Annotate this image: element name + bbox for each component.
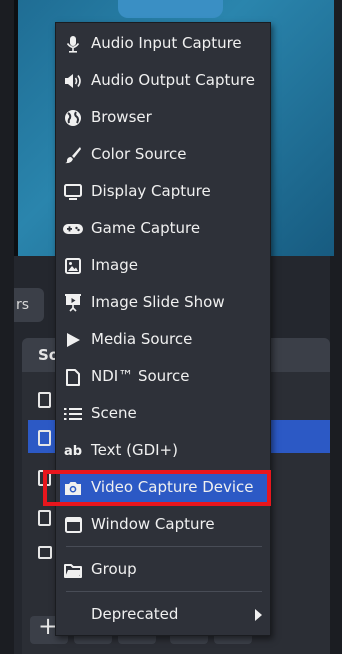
menu-item-label: Color Source bbox=[91, 145, 187, 163]
menu-item-image-slide-show[interactable]: Image Slide Show bbox=[56, 285, 272, 320]
menu-item-label: Browser bbox=[91, 108, 152, 126]
text-ab-icon: ab bbox=[63, 443, 83, 459]
menu-item-color-source[interactable]: Color Source bbox=[56, 137, 272, 172]
monitor-icon bbox=[63, 183, 83, 201]
source-row-document-icon bbox=[38, 430, 51, 446]
folder-icon bbox=[63, 561, 83, 579]
menu-item-game-capture[interactable]: Game Capture bbox=[56, 211, 272, 246]
image-icon bbox=[63, 257, 83, 275]
menu-item-media-source[interactable]: Media Source bbox=[56, 322, 272, 357]
menu-item-label: NDI™ Source bbox=[91, 367, 190, 385]
menu-item-label: Audio Output Capture bbox=[91, 71, 255, 89]
menu-item-text-gdi[interactable]: ab Text (GDI+) bbox=[56, 433, 272, 468]
menu-item-ndi-source[interactable]: NDI™ Source bbox=[56, 359, 272, 394]
paintbrush-icon bbox=[63, 146, 83, 164]
menu-item-group[interactable]: Group bbox=[56, 552, 272, 587]
source-row-document-icon bbox=[38, 392, 51, 408]
gamepad-icon bbox=[63, 220, 83, 238]
source-row-document-icon bbox=[38, 510, 51, 526]
microphone-icon bbox=[63, 35, 83, 53]
menu-item-label: Game Capture bbox=[91, 219, 201, 237]
menu-item-label: Deprecated bbox=[91, 605, 179, 623]
menu-item-label: Image Slide Show bbox=[91, 293, 225, 311]
menu-item-label: Media Source bbox=[91, 330, 193, 348]
globe-icon bbox=[63, 109, 83, 127]
menu-item-image[interactable]: Image bbox=[56, 248, 272, 283]
slideshow-icon bbox=[63, 294, 83, 312]
menu-item-label: Group bbox=[91, 560, 137, 578]
submenu-arrow-icon bbox=[255, 609, 262, 621]
menu-item-label: Scene bbox=[91, 404, 137, 422]
list-icon bbox=[63, 405, 83, 423]
menu-separator bbox=[66, 591, 262, 592]
menu-separator bbox=[66, 546, 262, 547]
menu-item-audio-output-capture[interactable]: Audio Output Capture bbox=[56, 63, 272, 98]
document-icon bbox=[63, 368, 83, 386]
scenes-tab[interactable]: rs bbox=[14, 288, 44, 322]
menu-item-label: Text (GDI+) bbox=[91, 441, 178, 459]
menu-item-label: Image bbox=[91, 256, 138, 274]
menu-item-scene[interactable]: Scene bbox=[56, 396, 272, 431]
menu-item-deprecated[interactable]: Deprecated bbox=[56, 597, 272, 632]
menu-item-label: Window Capture bbox=[91, 515, 215, 533]
preview-top-bar bbox=[118, 0, 223, 18]
menu-item-window-capture[interactable]: Window Capture bbox=[56, 507, 272, 542]
play-icon bbox=[63, 331, 83, 349]
source-row-image-icon bbox=[38, 546, 52, 559]
annotation-highlight-box bbox=[43, 470, 271, 506]
menu-item-label: Display Capture bbox=[91, 182, 211, 200]
add-source-menu: Audio Input Capture Audio Output Capture… bbox=[55, 22, 271, 636]
menu-item-display-capture[interactable]: Display Capture bbox=[56, 174, 272, 209]
window-icon bbox=[63, 516, 83, 534]
menu-item-audio-input-capture[interactable]: Audio Input Capture bbox=[56, 26, 272, 61]
speaker-icon bbox=[63, 72, 83, 90]
menu-item-label: Audio Input Capture bbox=[91, 34, 242, 52]
menu-item-browser[interactable]: Browser bbox=[56, 100, 272, 135]
